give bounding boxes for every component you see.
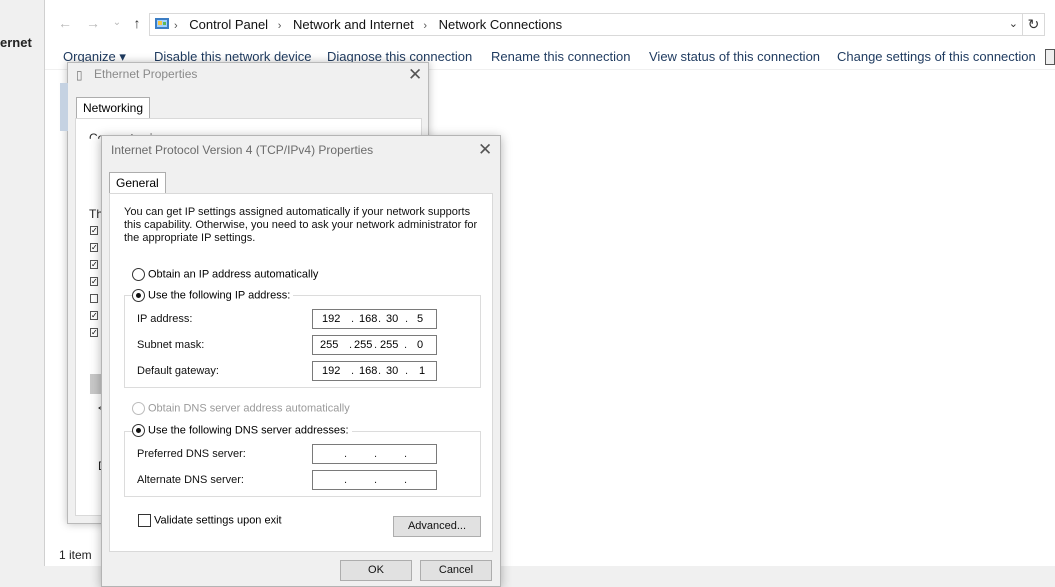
close-icon[interactable]: ✕ (408, 66, 422, 83)
rename-command[interactable]: Rename this connection (491, 49, 630, 64)
use-following-dns-radio[interactable]: Use the following DNS server addresses: (132, 424, 352, 437)
component-checkbox[interactable]: ✓ (90, 226, 98, 235)
component-checkbox[interactable]: ✓ (90, 328, 98, 337)
dialog-title: ▯ Ethernet Properties (76, 67, 197, 87)
network-adapter-icon: ▯ (76, 67, 83, 82)
breadcrumb: › Control Panel › Network and Internet ›… (174, 17, 568, 32)
radio-selected-icon[interactable] (132, 424, 145, 437)
checkbox-unchecked-icon[interactable] (138, 514, 151, 527)
component-checkbox[interactable]: ✓ (90, 277, 98, 286)
radio-label: Obtain DNS server address automatically (148, 402, 350, 415)
checkbox-label: Validate settings upon exit (154, 514, 282, 527)
octet-2: 168 (359, 365, 378, 377)
close-icon[interactable]: ✕ (478, 141, 492, 158)
alternate-dns-input[interactable]: . . . (312, 470, 437, 490)
background-window-title: ernet (0, 35, 32, 50)
octet-2: 255 (354, 339, 373, 351)
description-text: You can get IP settings assigned automat… (124, 206, 478, 244)
ip-address-input[interactable]: 192 . 168 . 30 . 5 (312, 309, 437, 329)
octet-4: 1 (419, 365, 426, 377)
refresh-icon[interactable]: ↻ (1023, 13, 1045, 36)
control-panel-icon (155, 18, 169, 29)
radio-label: Use the following IP address: (148, 289, 291, 302)
general-panel: You can get IP settings assigned automat… (109, 193, 493, 552)
breadcrumb-chevron-icon[interactable]: › (423, 20, 427, 32)
radio-disabled-icon[interactable] (132, 402, 145, 415)
octet-3: 255 (380, 339, 399, 351)
component-checkbox[interactable]: ✓ (90, 260, 98, 269)
address-bar[interactable]: › Control Panel › Network and Internet ›… (149, 13, 1023, 36)
use-following-ip-radio[interactable]: Use the following IP address: (132, 289, 294, 302)
component-checkbox[interactable]: ✓ (90, 243, 98, 252)
up-arrow-icon[interactable]: ↑ (129, 15, 145, 31)
ipv4-properties-dialog: Internet Protocol Version 4 (TCP/IPv4) P… (101, 135, 501, 587)
preferred-dns-label: Preferred DNS server: (137, 448, 246, 460)
validate-settings-checkbox[interactable]: Validate settings upon exit (138, 514, 282, 527)
octet-3: 30 (386, 365, 399, 377)
tab-general[interactable]: General (109, 172, 166, 193)
preferred-dns-input[interactable]: . . . (312, 444, 437, 464)
breadcrumb-network-connections[interactable]: Network Connections (439, 17, 563, 32)
obtain-ip-automatically-radio[interactable]: Obtain an IP address automatically (132, 268, 318, 281)
breadcrumb-chevron-icon[interactable]: › (174, 20, 178, 32)
dialog-title-text: Ethernet Properties (94, 67, 198, 81)
octet-1: 255 (320, 339, 339, 351)
change-settings-command[interactable]: Change settings of this connection (837, 49, 1036, 64)
view-status-command[interactable]: View status of this connection (649, 49, 820, 64)
chevron-down-icon[interactable]: ⌄ (1009, 17, 1018, 30)
back-arrow-icon[interactable]: ← (57, 15, 73, 31)
adapter-icon-fragment (60, 83, 68, 131)
view-options-icon[interactable] (1045, 49, 1055, 65)
obtain-dns-automatically-radio[interactable]: Obtain DNS server address automatically (132, 402, 350, 415)
alternate-dns-label: Alternate DNS server: (137, 474, 244, 486)
component-checkbox[interactable] (90, 294, 98, 303)
component-checkbox[interactable]: ✓ (90, 311, 98, 320)
ip-address-label: IP address: (137, 313, 193, 325)
radio-selected-icon[interactable] (132, 289, 145, 302)
address-row: ← → ⌄ ↑ › Control Panel › Network and In… (45, 6, 1055, 42)
radio-label: Use the following DNS server addresses: (148, 424, 349, 437)
octet-4: 0 (417, 339, 424, 351)
octet-2: 168 (359, 313, 378, 325)
default-gateway-label: Default gateway: (137, 365, 219, 377)
octet-4: 5 (417, 313, 424, 325)
default-gateway-input[interactable]: 192 . 168 . 30 . 1 (312, 361, 437, 381)
status-bar-count: 1 item (59, 548, 92, 562)
radio-label: Obtain an IP address automatically (148, 268, 319, 281)
forward-arrow-icon[interactable]: → (85, 15, 101, 31)
radio-unselected-icon[interactable] (132, 268, 145, 281)
cancel-button[interactable]: Cancel (420, 560, 492, 581)
tab-networking[interactable]: Networking (76, 97, 151, 118)
octet-1: 192 (322, 365, 341, 377)
breadcrumb-control-panel[interactable]: Control Panel (189, 17, 268, 32)
dialog-title: Internet Protocol Version 4 (TCP/IPv4) P… (111, 143, 374, 157)
octet-1: 192 (322, 313, 341, 325)
subnet-mask-input[interactable]: 255 . 255 . 255 . 0 (312, 335, 437, 355)
recent-locations-icon[interactable]: ⌄ (109, 15, 125, 31)
octet-3: 30 (386, 313, 399, 325)
subnet-mask-label: Subnet mask: (137, 339, 205, 351)
background-window: ernet (0, 0, 44, 587)
ok-button[interactable]: OK (340, 560, 412, 581)
breadcrumb-chevron-icon[interactable]: › (278, 20, 282, 32)
advanced-button[interactable]: Advanced... (393, 516, 481, 537)
breadcrumb-network-internet[interactable]: Network and Internet (293, 17, 414, 32)
